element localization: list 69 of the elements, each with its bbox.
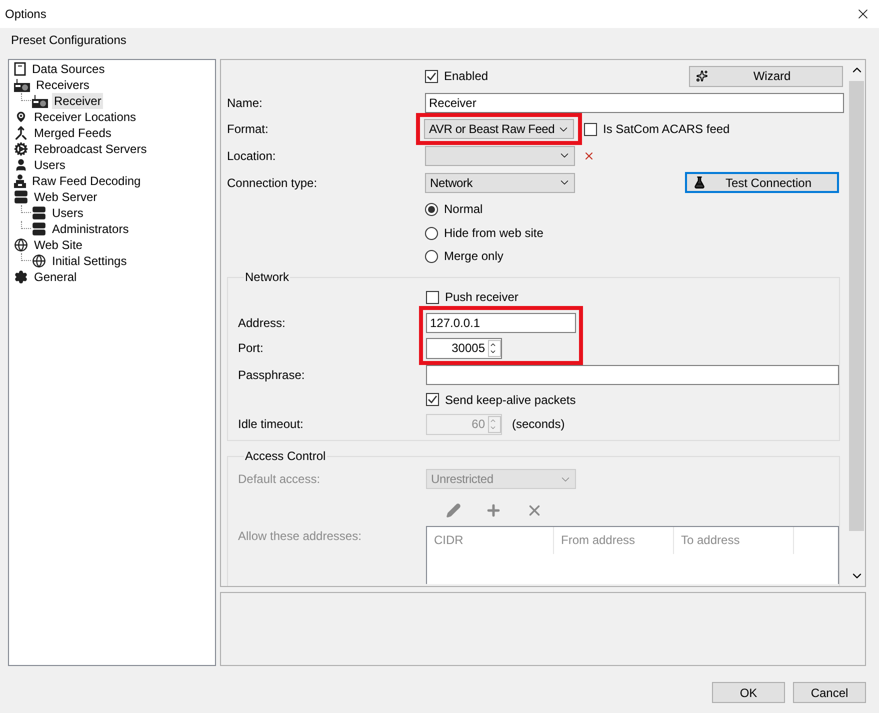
cog-icon xyxy=(14,142,28,156)
radio-icon xyxy=(14,78,30,92)
checkbox[interactable]: Send keep-alive packets xyxy=(426,392,576,406)
section-heading: Preset Configurations xyxy=(11,33,126,47)
tree-item[interactable]: Rebroadcast Servers xyxy=(9,141,215,157)
merge-arrow-icon xyxy=(14,126,28,140)
address-field[interactable]: 127.0.0.1 xyxy=(426,312,576,332)
document-icon xyxy=(14,62,26,76)
chevron-up-icon xyxy=(489,416,497,424)
tree-item[interactable]: Merged Feeds xyxy=(9,125,215,141)
dialog-button[interactable]: Cancel xyxy=(793,682,866,703)
wizard-button[interactable]: Wizard xyxy=(689,66,843,86)
field-label: Address: xyxy=(238,316,286,330)
port-field[interactable]: 30005 xyxy=(426,338,502,358)
check-icon xyxy=(426,70,437,82)
checkbox[interactable]: Is SatCom ACARS feed xyxy=(584,122,730,136)
tree-item[interactable]: Receivers xyxy=(9,77,215,93)
window-title: Options xyxy=(5,7,46,21)
server-icon xyxy=(32,206,46,220)
tree-item[interactable]: Web Server xyxy=(9,189,215,205)
tree-item[interactable]: Users xyxy=(9,205,215,221)
tree-item[interactable]: Raw Feed Decoding xyxy=(9,173,215,189)
chevron-down-icon xyxy=(489,348,497,356)
tree-item[interactable]: Receiver Locations xyxy=(9,109,215,125)
field-label: Passphrase: xyxy=(238,368,306,382)
field-label: Format: xyxy=(227,122,270,136)
radio-option[interactable]: Merge only xyxy=(425,249,504,263)
user-icon xyxy=(14,158,28,172)
map-pin-icon xyxy=(14,110,28,124)
tree-item[interactable]: Initial Settings xyxy=(9,253,215,269)
test-connection-button[interactable]: Test Connection xyxy=(685,172,839,193)
radio-icon xyxy=(32,94,48,108)
field-label: Port: xyxy=(238,341,264,355)
sparkle-icon xyxy=(696,70,708,82)
group-title: Network xyxy=(244,270,290,284)
globe-icon xyxy=(14,238,28,252)
tree-item[interactable]: General xyxy=(9,269,215,285)
tree-item[interactable]: Web Site xyxy=(9,237,215,253)
tree-item[interactable]: Receiver xyxy=(9,93,215,109)
group-title: Access Control xyxy=(244,449,327,463)
checkbox[interactable]: Push receiver xyxy=(426,290,518,304)
chevron-down-icon xyxy=(489,424,497,432)
flask-icon xyxy=(693,176,706,189)
globe-icon xyxy=(32,254,46,268)
field-label: Location: xyxy=(227,148,277,162)
tree-item[interactable]: Administrators xyxy=(9,221,215,237)
dialog-button[interactable]: OK xyxy=(712,682,785,703)
format-dropdown[interactable]: AVR or Beast Raw Feed xyxy=(424,119,574,139)
gear-icon xyxy=(14,270,28,284)
server-icon xyxy=(14,190,28,204)
decoder-icon xyxy=(14,174,26,188)
tree-item[interactable]: Users xyxy=(9,157,215,173)
clear-icon[interactable] xyxy=(583,150,595,162)
server-icon xyxy=(32,222,46,236)
unit-label: (seconds) xyxy=(512,417,565,431)
passphrase-field[interactable] xyxy=(426,364,839,384)
radio-option[interactable]: Normal xyxy=(425,202,483,216)
radio-option[interactable]: Hide from web site xyxy=(425,226,544,240)
field-label: Name: xyxy=(227,96,264,110)
field-label: Default access: xyxy=(238,472,322,486)
field-label: Allow these addresses: xyxy=(238,528,362,545)
check-icon xyxy=(427,394,438,405)
name-field[interactable]: Receiver xyxy=(425,93,844,113)
tree-item[interactable]: Data Sources xyxy=(9,61,215,77)
connection-type-dropdown[interactable]: Network xyxy=(425,172,575,192)
field-label: Connection type: xyxy=(227,176,318,190)
checkbox[interactable]: Enabled xyxy=(425,69,488,83)
field-label: Idle timeout: xyxy=(238,417,304,431)
chevron-up-icon xyxy=(489,340,497,348)
